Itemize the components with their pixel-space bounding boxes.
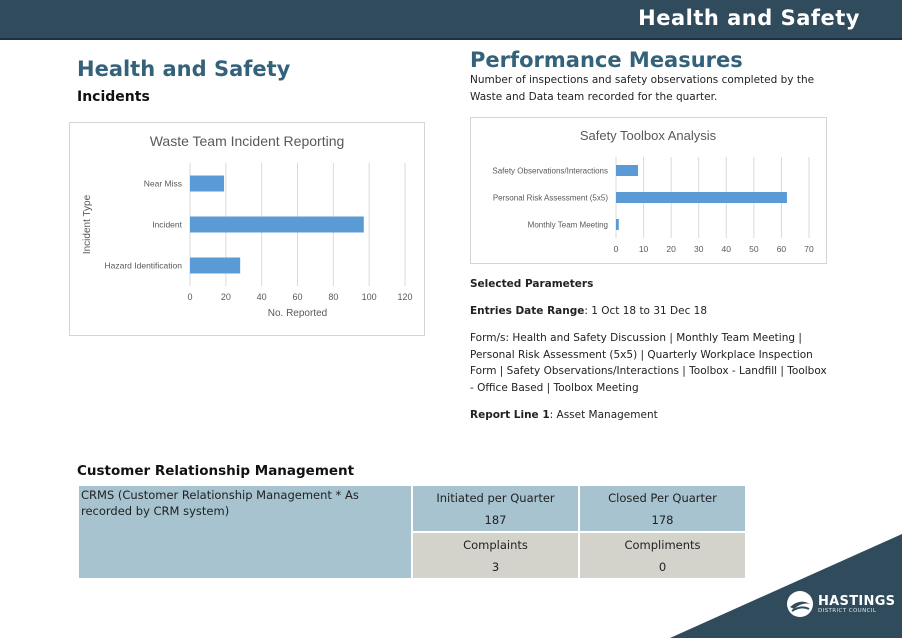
closed-value: 178 (651, 513, 674, 527)
category-label: Near Miss (144, 179, 182, 189)
bar (616, 165, 639, 176)
x-tick-label: 40 (257, 292, 267, 302)
top-banner: Health and Safety (0, 0, 902, 40)
report-line: Report Line 1: Asset Management (470, 407, 658, 424)
x-tick-label: 0 (187, 292, 192, 302)
report-value: : Asset Management (549, 409, 658, 421)
category-label: Hazard Identification (105, 261, 183, 271)
category-label: Personal Risk Assessment (5x5) (493, 194, 608, 203)
forms-text: Form/s: Health and Safety Discussion | M… (470, 332, 827, 394)
x-tick-label: 60 (777, 244, 787, 254)
closed-label: Closed Per Quarter (608, 491, 717, 505)
council-logo-icon (787, 591, 813, 617)
crm-title: Customer Relationship Management (77, 463, 355, 479)
x-tick-label: 30 (694, 244, 704, 254)
params-heading: Selected Parameters (470, 278, 594, 290)
council-logo: HASTINGS DISTRICT COUNCIL (786, 590, 895, 618)
initiated-value: 187 (484, 513, 507, 527)
bar (616, 219, 619, 230)
category-label: Incident (152, 220, 182, 230)
category-label: Monthly Team Meeting (528, 221, 608, 230)
corner-decoration (670, 534, 902, 638)
x-tick-label: 10 (639, 244, 649, 254)
x-tick-label: 100 (362, 292, 377, 302)
bar (190, 216, 364, 233)
entries-value: : 1 Oct 18 to 31 Dec 18 (584, 305, 708, 317)
banner-title: Health and Safety (638, 6, 860, 30)
bar (190, 175, 225, 192)
incident-chart-svg: Waste Team Incident Reporting 0 20 40 60 80 10… (82, 133, 413, 319)
x-axis-title: No. Reported (268, 308, 327, 319)
toolbox-chart-svg: Safety Toolbox Analysis 0 10 20 30 40 50 60 70 Sa… (492, 128, 814, 254)
entries-label: Entries Date Range (470, 305, 585, 317)
complaints-cell: Complaints 3 (411, 531, 580, 580)
x-tick-label: 80 (328, 292, 338, 302)
x-tick-label: 120 (397, 292, 412, 302)
initiated-label: Initiated per Quarter (436, 491, 555, 505)
toolbox-chart: Safety Toolbox Analysis 0 10 20 30 40 50 60 70 Sa… (470, 117, 827, 264)
crm-table: CRMS (Customer Relationship Management *… (77, 484, 747, 580)
report-label: Report Line 1 (470, 409, 550, 421)
complaints-label: Complaints (463, 538, 528, 552)
x-tick-label: 60 (292, 292, 302, 302)
complaints-value: 3 (491, 560, 500, 574)
x-tick-label: 70 (804, 244, 814, 254)
x-tick-label: 50 (749, 244, 759, 254)
x-tick-label: 20 (666, 244, 676, 254)
y-axis-title: Incident Type (82, 194, 93, 254)
performance-intro: Number of inspections and safety observa… (470, 74, 815, 103)
x-tick-label: 0 (614, 244, 619, 254)
bar (616, 192, 787, 203)
closed-cell: Closed Per Quarter 178 (578, 484, 747, 533)
crm-row-label: CRMS (Customer Relationship Management *… (77, 484, 413, 580)
x-tick-label: 20 (221, 292, 231, 302)
entries-date-range: Entries Date Range: 1 Oct 18 to 31 Dec 1… (470, 303, 707, 320)
logo-name: HASTINGS (818, 593, 896, 609)
x-tick-label: 40 (722, 244, 732, 254)
initiated-cell: Initiated per Quarter 187 (411, 484, 580, 533)
page-title: Health and Safety (77, 57, 291, 81)
incidents-heading: Incidents (77, 89, 150, 105)
incident-chart: Waste Team Incident Reporting 0 20 40 60 80 10… (69, 122, 425, 336)
chart-title: Safety Toolbox Analysis (580, 128, 717, 143)
category-label: Safety Observations/Interactions (492, 167, 608, 176)
performance-title: Performance Measures (470, 48, 743, 72)
chart-title: Waste Team Incident Reporting (150, 133, 345, 149)
bar (190, 257, 241, 274)
